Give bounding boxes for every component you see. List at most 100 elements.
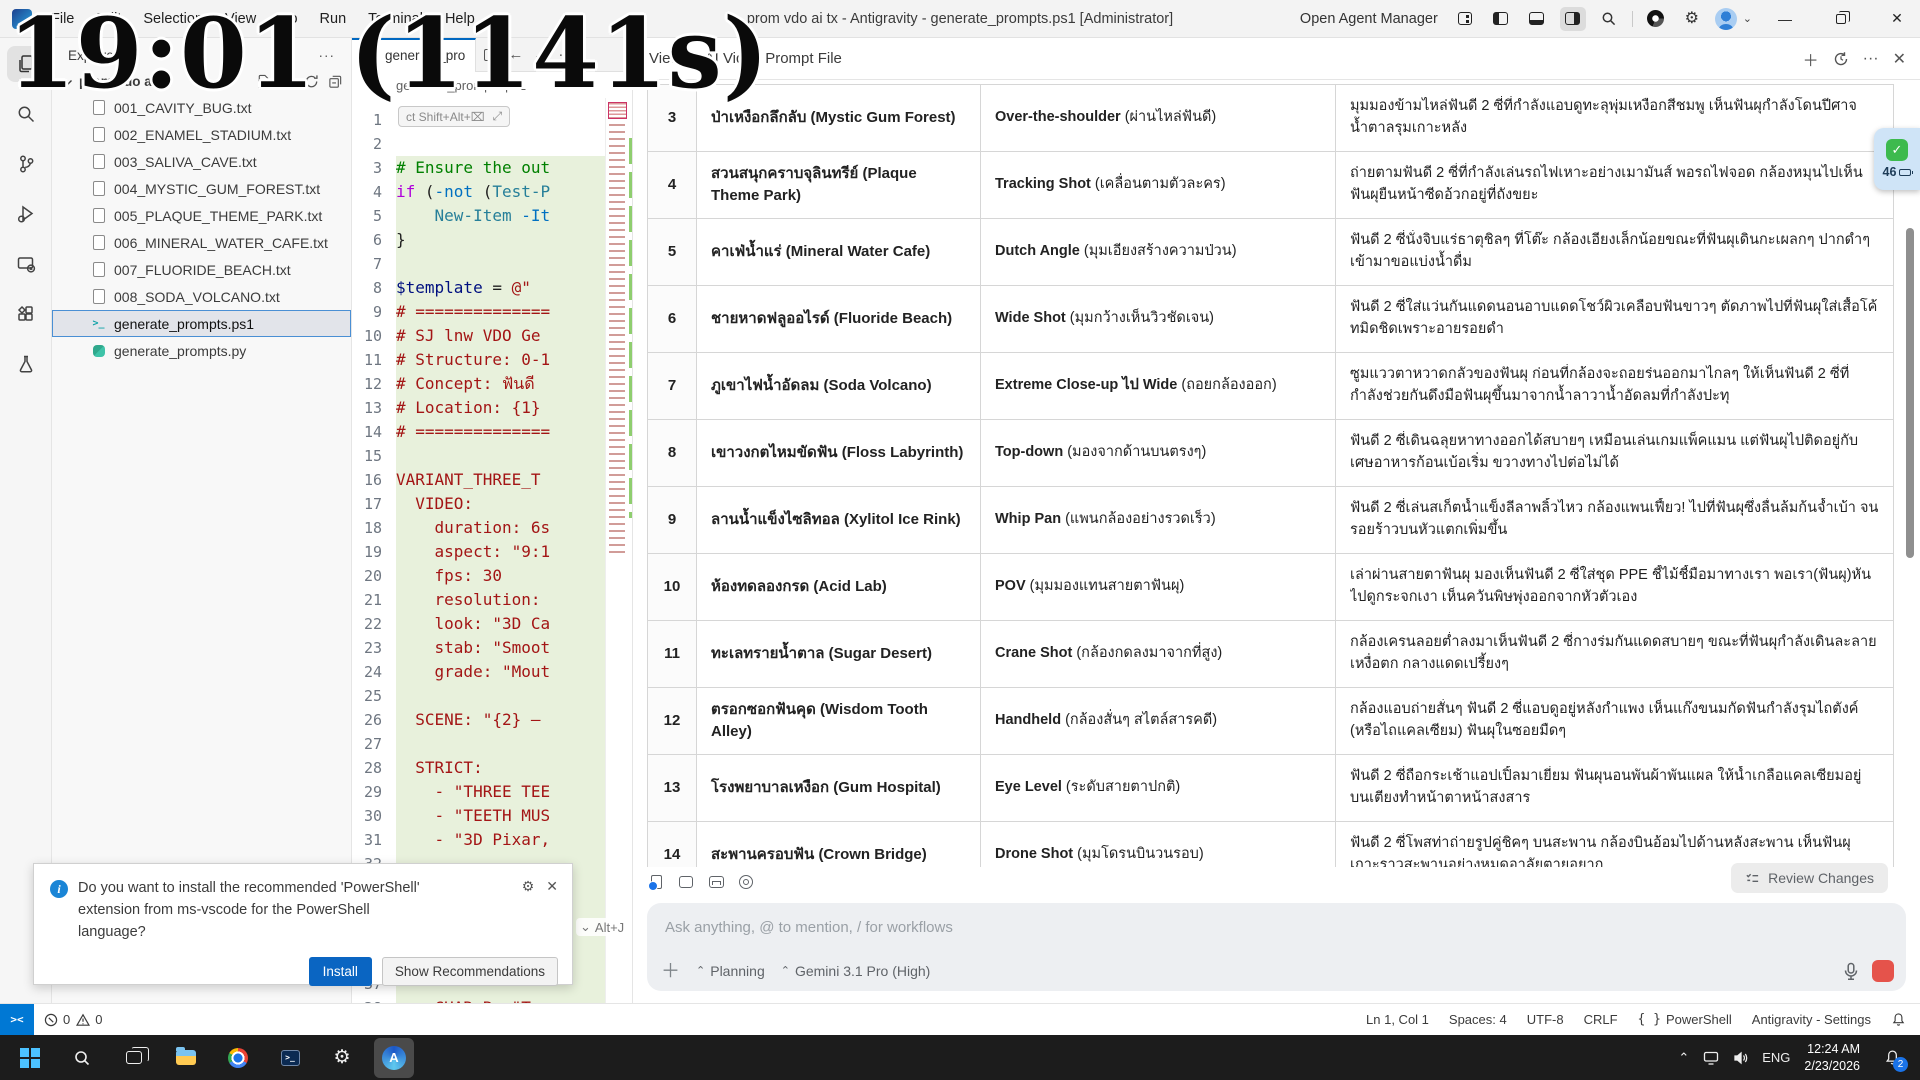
panel-close-icon[interactable]: ✕ bbox=[1893, 49, 1906, 69]
language-indicator[interactable]: ENG bbox=[1762, 1050, 1790, 1065]
indentation[interactable]: Spaces: 4 bbox=[1449, 1012, 1507, 1027]
new-conversation-icon[interactable]: ＋ bbox=[1803, 47, 1819, 71]
menu-edit[interactable]: Edit bbox=[87, 7, 130, 31]
file-item-004_MYSTIC_GUM_FOREST.txt[interactable]: 004_MYSTIC_GUM_FOREST.txt bbox=[52, 175, 351, 202]
navigate-back-icon[interactable]: ← bbox=[508, 46, 523, 63]
task-view-icon[interactable] bbox=[114, 1038, 154, 1078]
file-item-generate_prompts.ps1[interactable]: >_generate_prompts.ps1 bbox=[52, 310, 351, 337]
open-agent-manager-button[interactable]: Open Agent Manager bbox=[1300, 11, 1438, 27]
menu-go[interactable]: Go bbox=[269, 7, 306, 31]
menu-help[interactable]: Help bbox=[436, 7, 484, 31]
taskbar-search-icon[interactable] bbox=[62, 1038, 102, 1078]
minimize-button[interactable]: — bbox=[1762, 0, 1808, 38]
file-item-007_FLUORIDE_BEACH.txt[interactable]: 007_FLUORIDE_BEACH.txt bbox=[52, 256, 351, 283]
cursor-position[interactable]: Ln 1, Col 1 bbox=[1366, 1012, 1429, 1027]
windows-settings-icon[interactable]: ⚙ bbox=[322, 1038, 362, 1078]
notification-close-icon[interactable]: ✕ bbox=[546, 878, 558, 896]
search-icon[interactable] bbox=[1596, 7, 1622, 31]
install-button[interactable]: Install bbox=[309, 957, 372, 986]
row-number: 9 bbox=[648, 487, 697, 553]
microphone-icon[interactable] bbox=[1842, 962, 1860, 981]
encoding[interactable]: UTF-8 bbox=[1527, 1012, 1564, 1027]
restore-button[interactable] bbox=[1818, 0, 1864, 38]
antigravity-settings[interactable]: Antigravity - Settings bbox=[1752, 1012, 1871, 1027]
tab-generate-prompts-ps1[interactable]: >_ generate_pro bbox=[352, 38, 476, 72]
search-sidebar-icon[interactable] bbox=[7, 96, 45, 132]
network-icon[interactable] bbox=[1703, 1051, 1719, 1065]
notifications-bell-icon[interactable] bbox=[1891, 1012, 1906, 1027]
inline-hint[interactable]: ct Shift+Alt+⌧ ⤢ bbox=[398, 106, 510, 127]
antigravity-app-icon[interactable]: A bbox=[374, 1038, 414, 1078]
new-folder-icon[interactable] bbox=[280, 74, 295, 89]
run-debug-icon[interactable] bbox=[7, 196, 45, 232]
battery-widget[interactable]: ✓ 46 bbox=[1874, 128, 1920, 190]
extensions-icon[interactable] bbox=[7, 296, 45, 332]
split-editor-icon[interactable] bbox=[484, 49, 498, 61]
warnings-indicator[interactable]: 0 bbox=[76, 1012, 102, 1027]
customize-layout-icon[interactable] bbox=[1452, 7, 1478, 31]
file-item-003_SALIVA_CAVE.txt[interactable]: 003_SALIVA_CAVE.txt bbox=[52, 148, 351, 175]
refresh-icon[interactable] bbox=[304, 74, 319, 89]
panel-scrollbar[interactable] bbox=[1906, 228, 1914, 558]
file-item-005_PLAQUE_THEME_PARK.txt[interactable]: 005_PLAQUE_THEME_PARK.txt bbox=[52, 202, 351, 229]
file-item-002_ENAMEL_STADIUM.txt[interactable]: 002_ENAMEL_STADIUM.txt bbox=[52, 121, 351, 148]
chat-input[interactable]: Ask anything, @ to mention, / for workfl… bbox=[647, 903, 1906, 991]
stop-button[interactable] bbox=[1872, 960, 1894, 982]
toggle-secondary-sidebar-icon[interactable] bbox=[1560, 7, 1586, 31]
account-avatar[interactable] bbox=[1715, 8, 1737, 30]
modified-file-icon[interactable] bbox=[647, 873, 665, 891]
remote-indicator[interactable]: >< bbox=[0, 1004, 34, 1035]
toggle-sidebar-icon[interactable] bbox=[1488, 7, 1514, 31]
menu-file[interactable]: File bbox=[42, 7, 83, 31]
panel-more-icon[interactable]: ··· bbox=[1863, 50, 1879, 68]
menu-terminal[interactable]: Terminal bbox=[359, 7, 432, 31]
browser-icon[interactable] bbox=[1643, 7, 1669, 31]
terminal-attachment-icon[interactable] bbox=[677, 873, 695, 891]
start-button[interactable] bbox=[10, 1038, 50, 1078]
inbox-icon[interactable] bbox=[707, 873, 725, 891]
file-item-001_CAVITY_BUG.txt[interactable]: 001_CAVITY_BUG.txt bbox=[52, 94, 351, 121]
eol-sequence[interactable]: CRLF bbox=[1584, 1012, 1618, 1027]
collapse-all-icon[interactable] bbox=[328, 74, 343, 89]
show-recommendations-button[interactable]: Show Recommendations bbox=[382, 957, 558, 986]
remote-explorer-icon[interactable] bbox=[7, 246, 45, 282]
toggle-panel-icon[interactable] bbox=[1524, 7, 1550, 31]
account-chevron-down-icon[interactable]: ⌄ bbox=[1743, 12, 1752, 25]
file-explorer-icon[interactable] bbox=[166, 1038, 206, 1078]
menu-view[interactable]: View bbox=[216, 7, 265, 31]
close-button[interactable]: ✕ bbox=[1874, 0, 1920, 38]
errors-indicator[interactable]: 0 bbox=[44, 1012, 70, 1027]
navigate-forward-icon[interactable]: → bbox=[533, 46, 548, 63]
review-changes-button[interactable]: Review Changes bbox=[1731, 863, 1888, 893]
browser-attachment-icon[interactable] bbox=[737, 873, 755, 891]
file-item-008_SODA_VOLCANO.txt[interactable]: 008_SODA_VOLCANO.txt bbox=[52, 283, 351, 310]
expand-icon[interactable]: ⤢ bbox=[493, 109, 503, 124]
editor-more-actions-icon[interactable]: ··· bbox=[558, 46, 573, 63]
workspace-root-folder[interactable]: prom vdo ai tx bbox=[52, 71, 351, 92]
breadcrumb[interactable]: >_ generate_prompts.ps1 bbox=[352, 72, 632, 98]
minimap-slider[interactable] bbox=[608, 102, 627, 119]
model-selector[interactable]: ⌃Gemini 3.1 Pro (High) bbox=[781, 963, 931, 979]
file-item-006_MINERAL_WATER_CAFE.txt[interactable]: 006_MINERAL_WATER_CAFE.txt bbox=[52, 229, 351, 256]
explorer-icon[interactable] bbox=[7, 46, 45, 82]
file-item-generate_prompts.py[interactable]: generate_prompts.py bbox=[52, 337, 351, 364]
menu-run[interactable]: Run bbox=[311, 7, 356, 31]
new-file-icon[interactable] bbox=[256, 74, 271, 89]
add-context-icon[interactable]: ＋ bbox=[661, 962, 680, 981]
testing-flask-icon[interactable] bbox=[7, 346, 45, 382]
tray-chevron-up-icon[interactable]: ⌃ bbox=[1678, 1050, 1689, 1066]
menu-selection[interactable]: Selection bbox=[134, 7, 212, 31]
explorer-more-icon[interactable]: ··· bbox=[319, 48, 336, 63]
volume-icon[interactable] bbox=[1733, 1051, 1748, 1065]
clock[interactable]: 12:24 AM 2/23/2026 bbox=[1804, 1041, 1860, 1075]
source-control-icon[interactable] bbox=[7, 146, 45, 182]
terminal-app-icon[interactable]: >_ bbox=[270, 1038, 310, 1078]
notification-gear-icon[interactable]: ⚙ bbox=[522, 878, 535, 896]
minimap[interactable] bbox=[605, 98, 632, 1003]
settings-gear-icon[interactable]: ⚙ bbox=[1679, 7, 1705, 31]
chrome-icon[interactable] bbox=[218, 1038, 258, 1078]
language-mode[interactable]: { }PowerShell bbox=[1638, 1012, 1732, 1027]
notification-center[interactable]: 2 bbox=[1874, 1038, 1910, 1078]
mode-selector[interactable]: ⌃Planning bbox=[696, 963, 765, 979]
history-icon[interactable] bbox=[1833, 51, 1849, 67]
